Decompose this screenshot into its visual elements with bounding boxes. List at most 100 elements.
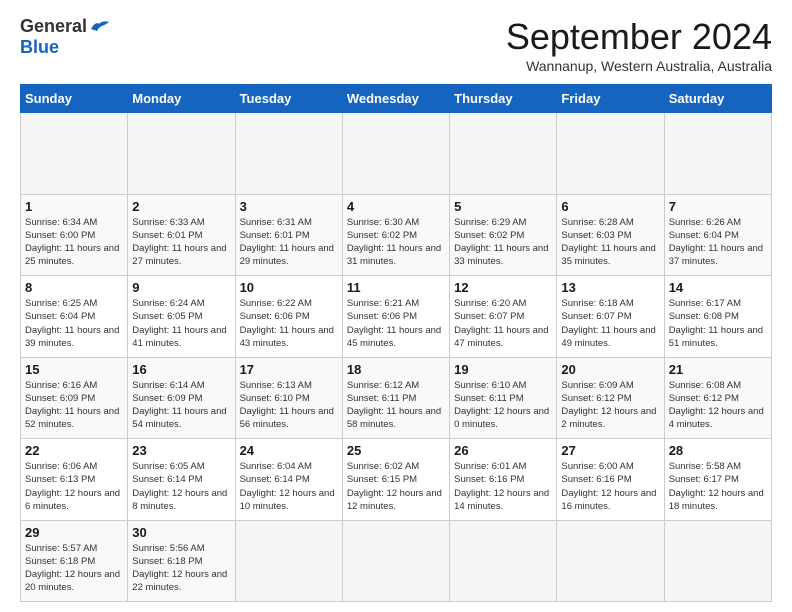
calendar-cell: 10 Sunrise: 6:22 AM Sunset: 6:06 PM Dayl… bbox=[235, 276, 342, 358]
calendar-cell bbox=[235, 520, 342, 602]
sunset-label: Sunset: 6:04 PM bbox=[25, 311, 95, 322]
calendar-cell: 12 Sunrise: 6:20 AM Sunset: 6:07 PM Dayl… bbox=[450, 276, 557, 358]
day-info: Sunrise: 5:56 AM Sunset: 6:18 PM Dayligh… bbox=[132, 542, 230, 595]
sunrise-label: Sunrise: 6:24 AM bbox=[132, 298, 204, 309]
calendar-header-row: SundayMondayTuesdayWednesdayThursdayFrid… bbox=[21, 85, 772, 113]
calendar-cell: 6 Sunrise: 6:28 AM Sunset: 6:03 PM Dayli… bbox=[557, 194, 664, 276]
calendar-week-row: 1 Sunrise: 6:34 AM Sunset: 6:00 PM Dayli… bbox=[21, 194, 772, 276]
title-section: September 2024 Wannanup, Western Austral… bbox=[506, 16, 772, 74]
sunset-label: Sunset: 6:01 PM bbox=[132, 230, 202, 241]
calendar-cell bbox=[128, 113, 235, 195]
sunrise-label: Sunrise: 5:58 AM bbox=[669, 461, 741, 472]
sunrise-label: Sunrise: 6:05 AM bbox=[132, 461, 204, 472]
day-number: 26 bbox=[454, 443, 552, 458]
calendar-cell: 30 Sunrise: 5:56 AM Sunset: 6:18 PM Dayl… bbox=[128, 520, 235, 602]
sunrise-label: Sunrise: 6:18 AM bbox=[561, 298, 633, 309]
calendar-day-header: Thursday bbox=[450, 85, 557, 113]
daylight-label: Daylight: 11 hours and 35 minutes. bbox=[561, 243, 655, 267]
calendar-week-row bbox=[21, 113, 772, 195]
day-number: 27 bbox=[561, 443, 659, 458]
day-info: Sunrise: 6:00 AM Sunset: 6:16 PM Dayligh… bbox=[561, 460, 659, 513]
day-number: 17 bbox=[240, 362, 338, 377]
day-number: 16 bbox=[132, 362, 230, 377]
daylight-label: Daylight: 12 hours and 20 minutes. bbox=[25, 569, 120, 593]
daylight-label: Daylight: 11 hours and 33 minutes. bbox=[454, 243, 548, 267]
daylight-label: Daylight: 11 hours and 56 minutes. bbox=[240, 406, 334, 430]
sunset-label: Sunset: 6:05 PM bbox=[132, 311, 202, 322]
sunrise-label: Sunrise: 6:09 AM bbox=[561, 380, 633, 391]
sunset-label: Sunset: 6:16 PM bbox=[561, 474, 631, 485]
daylight-label: Daylight: 11 hours and 27 minutes. bbox=[132, 243, 226, 267]
calendar-cell: 7 Sunrise: 6:26 AM Sunset: 6:04 PM Dayli… bbox=[664, 194, 771, 276]
day-number: 3 bbox=[240, 199, 338, 214]
sunset-label: Sunset: 6:14 PM bbox=[132, 474, 202, 485]
calendar-cell bbox=[21, 113, 128, 195]
daylight-label: Daylight: 11 hours and 39 minutes. bbox=[25, 325, 119, 349]
calendar-cell: 5 Sunrise: 6:29 AM Sunset: 6:02 PM Dayli… bbox=[450, 194, 557, 276]
calendar-cell bbox=[342, 520, 449, 602]
day-info: Sunrise: 6:02 AM Sunset: 6:15 PM Dayligh… bbox=[347, 460, 445, 513]
header: General Blue September 2024 Wannanup, We… bbox=[20, 16, 772, 74]
calendar-week-row: 22 Sunrise: 6:06 AM Sunset: 6:13 PM Dayl… bbox=[21, 439, 772, 521]
calendar-cell: 17 Sunrise: 6:13 AM Sunset: 6:10 PM Dayl… bbox=[235, 357, 342, 439]
calendar-cell: 28 Sunrise: 5:58 AM Sunset: 6:17 PM Dayl… bbox=[664, 439, 771, 521]
location: Wannanup, Western Australia, Australia bbox=[506, 58, 772, 74]
daylight-label: Daylight: 12 hours and 10 minutes. bbox=[240, 488, 335, 512]
sunset-label: Sunset: 6:11 PM bbox=[347, 393, 417, 404]
sunset-label: Sunset: 6:17 PM bbox=[669, 474, 739, 485]
daylight-label: Daylight: 11 hours and 25 minutes. bbox=[25, 243, 119, 267]
sunrise-label: Sunrise: 6:16 AM bbox=[25, 380, 97, 391]
calendar-cell: 3 Sunrise: 6:31 AM Sunset: 6:01 PM Dayli… bbox=[235, 194, 342, 276]
sunset-label: Sunset: 6:07 PM bbox=[561, 311, 631, 322]
day-info: Sunrise: 6:05 AM Sunset: 6:14 PM Dayligh… bbox=[132, 460, 230, 513]
calendar-cell: 14 Sunrise: 6:17 AM Sunset: 6:08 PM Dayl… bbox=[664, 276, 771, 358]
calendar-cell: 18 Sunrise: 6:12 AM Sunset: 6:11 PM Dayl… bbox=[342, 357, 449, 439]
month-title: September 2024 bbox=[506, 16, 772, 58]
day-info: Sunrise: 6:31 AM Sunset: 6:01 PM Dayligh… bbox=[240, 216, 338, 269]
sunrise-label: Sunrise: 6:26 AM bbox=[669, 217, 741, 228]
sunrise-label: Sunrise: 5:56 AM bbox=[132, 543, 204, 554]
day-info: Sunrise: 6:28 AM Sunset: 6:03 PM Dayligh… bbox=[561, 216, 659, 269]
sunset-label: Sunset: 6:12 PM bbox=[561, 393, 631, 404]
logo-general: General bbox=[20, 16, 87, 37]
day-info: Sunrise: 6:01 AM Sunset: 6:16 PM Dayligh… bbox=[454, 460, 552, 513]
sunrise-label: Sunrise: 6:13 AM bbox=[240, 380, 312, 391]
sunrise-label: Sunrise: 6:04 AM bbox=[240, 461, 312, 472]
sunrise-label: Sunrise: 6:21 AM bbox=[347, 298, 419, 309]
calendar-body: 1 Sunrise: 6:34 AM Sunset: 6:00 PM Dayli… bbox=[21, 113, 772, 602]
sunset-label: Sunset: 6:00 PM bbox=[25, 230, 95, 241]
calendar-day-header: Wednesday bbox=[342, 85, 449, 113]
calendar-cell bbox=[342, 113, 449, 195]
day-info: Sunrise: 6:18 AM Sunset: 6:07 PM Dayligh… bbox=[561, 297, 659, 350]
sunrise-label: Sunrise: 6:20 AM bbox=[454, 298, 526, 309]
day-info: Sunrise: 6:33 AM Sunset: 6:01 PM Dayligh… bbox=[132, 216, 230, 269]
sunrise-label: Sunrise: 6:12 AM bbox=[347, 380, 419, 391]
sunrise-label: Sunrise: 6:17 AM bbox=[669, 298, 741, 309]
day-info: Sunrise: 6:09 AM Sunset: 6:12 PM Dayligh… bbox=[561, 379, 659, 432]
day-info: Sunrise: 6:17 AM Sunset: 6:08 PM Dayligh… bbox=[669, 297, 767, 350]
sunset-label: Sunset: 6:11 PM bbox=[454, 393, 524, 404]
sunset-label: Sunset: 6:07 PM bbox=[454, 311, 524, 322]
day-number: 9 bbox=[132, 280, 230, 295]
day-info: Sunrise: 6:34 AM Sunset: 6:00 PM Dayligh… bbox=[25, 216, 123, 269]
day-info: Sunrise: 6:21 AM Sunset: 6:06 PM Dayligh… bbox=[347, 297, 445, 350]
sunrise-label: Sunrise: 6:33 AM bbox=[132, 217, 204, 228]
day-info: Sunrise: 6:14 AM Sunset: 6:09 PM Dayligh… bbox=[132, 379, 230, 432]
day-info: Sunrise: 6:10 AM Sunset: 6:11 PM Dayligh… bbox=[454, 379, 552, 432]
daylight-label: Daylight: 11 hours and 43 minutes. bbox=[240, 325, 334, 349]
sunset-label: Sunset: 6:08 PM bbox=[669, 311, 739, 322]
calendar-cell: 4 Sunrise: 6:30 AM Sunset: 6:02 PM Dayli… bbox=[342, 194, 449, 276]
sunset-label: Sunset: 6:15 PM bbox=[347, 474, 417, 485]
sunset-label: Sunset: 6:18 PM bbox=[25, 556, 95, 567]
day-info: Sunrise: 6:16 AM Sunset: 6:09 PM Dayligh… bbox=[25, 379, 123, 432]
calendar-cell: 24 Sunrise: 6:04 AM Sunset: 6:14 PM Dayl… bbox=[235, 439, 342, 521]
day-info: Sunrise: 6:04 AM Sunset: 6:14 PM Dayligh… bbox=[240, 460, 338, 513]
daylight-label: Daylight: 12 hours and 2 minutes. bbox=[561, 406, 656, 430]
day-number: 22 bbox=[25, 443, 123, 458]
daylight-label: Daylight: 11 hours and 49 minutes. bbox=[561, 325, 655, 349]
sunset-label: Sunset: 6:12 PM bbox=[669, 393, 739, 404]
day-number: 30 bbox=[132, 525, 230, 540]
sunrise-label: Sunrise: 6:10 AM bbox=[454, 380, 526, 391]
day-number: 7 bbox=[669, 199, 767, 214]
calendar-day-header: Friday bbox=[557, 85, 664, 113]
